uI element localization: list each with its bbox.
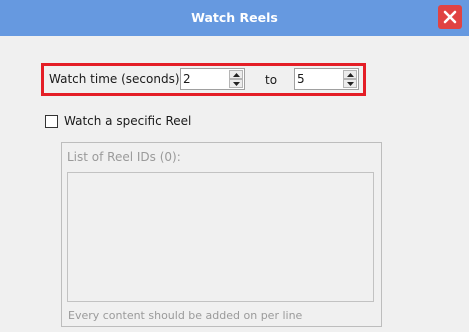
- min-seconds-increment-button[interactable]: [229, 70, 243, 79]
- min-seconds-spinner[interactable]: 2: [180, 68, 245, 90]
- reel-ids-title: List of Reel IDs (0):: [67, 150, 181, 164]
- to-label: to: [265, 73, 278, 87]
- window-title: Watch Reels: [191, 10, 278, 25]
- max-seconds-value[interactable]: 5: [297, 71, 305, 87]
- max-seconds-spin-buttons: [343, 70, 357, 88]
- max-seconds-increment-button[interactable]: [343, 70, 357, 79]
- specific-reel-checkbox[interactable]: [45, 115, 58, 128]
- triangle-up-icon: [346, 72, 354, 77]
- reel-ids-textarea[interactable]: [67, 172, 374, 302]
- min-seconds-value[interactable]: 2: [183, 71, 191, 87]
- reel-ids-hint: Every content should be added on per lin…: [68, 309, 303, 322]
- specific-reel-label[interactable]: Watch a specific Reel: [64, 114, 191, 129]
- min-seconds-spin-buttons: [229, 70, 243, 88]
- triangle-down-icon: [346, 81, 354, 86]
- close-icon: [443, 10, 457, 24]
- max-seconds-decrement-button[interactable]: [343, 79, 357, 88]
- max-seconds-spinner[interactable]: 5: [294, 68, 359, 90]
- triangle-down-icon: [232, 81, 240, 86]
- close-button[interactable]: [438, 5, 462, 29]
- triangle-up-icon: [232, 72, 240, 77]
- watch-time-label: Watch time (seconds):: [49, 72, 184, 86]
- min-seconds-decrement-button[interactable]: [229, 79, 243, 88]
